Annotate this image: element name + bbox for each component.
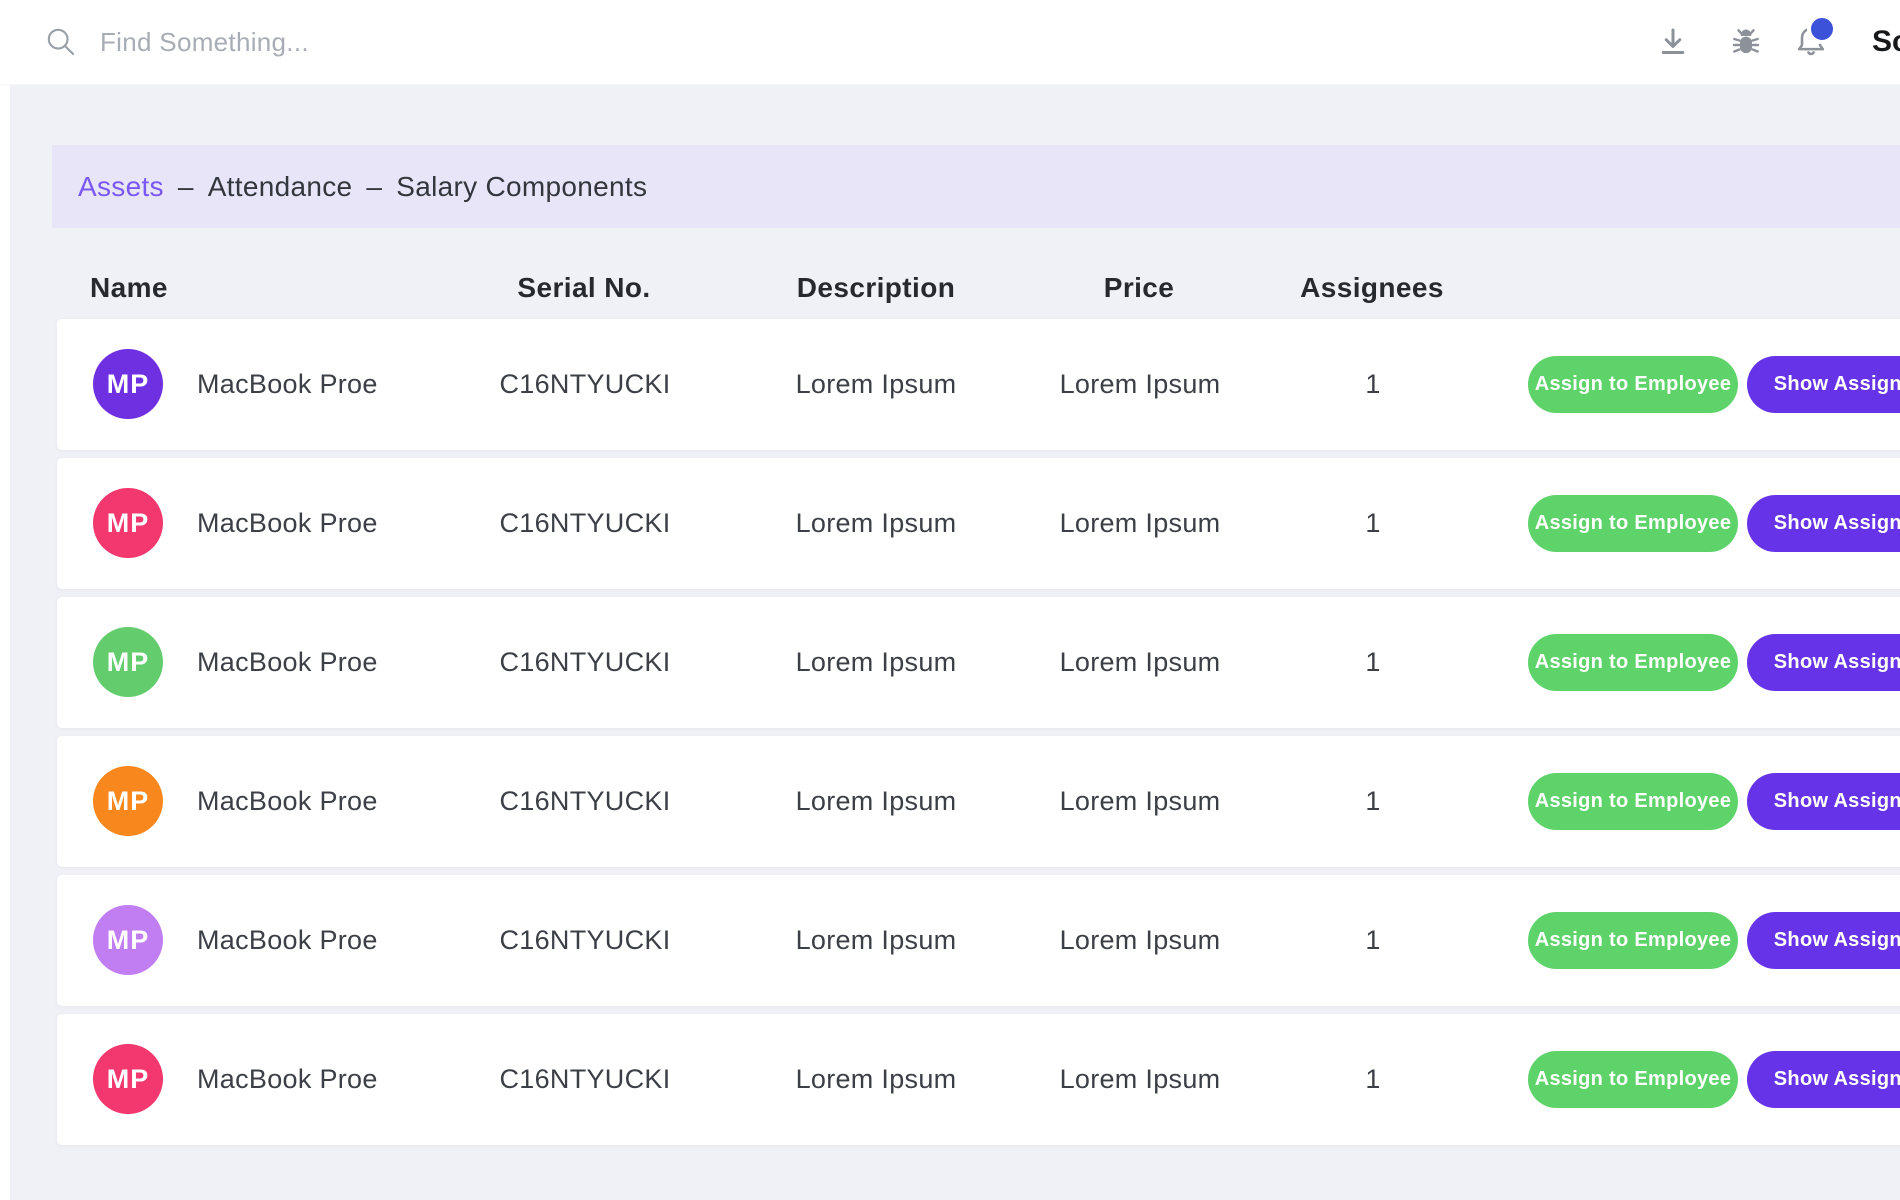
assign-to-employee-button[interactable]: Assign to Employee	[1528, 773, 1738, 830]
assign-to-employee-button[interactable]: Assign to Employee	[1528, 1051, 1738, 1108]
search-box[interactable]	[44, 0, 622, 84]
assign-to-employee-button[interactable]: Assign to Employee	[1528, 634, 1738, 691]
column-header-serial: Serial No.	[517, 258, 650, 318]
show-assignees-button[interactable]: Show Assignees	[1747, 356, 1900, 413]
table-row: MP MacBook Proe C16NTYUCKI Lorem Ipsum L…	[57, 1014, 1900, 1145]
column-header-assignees: Assignees	[1300, 258, 1444, 318]
assignees-count: 1	[1365, 319, 1380, 450]
serial-number: C16NTYUCKI	[499, 319, 670, 450]
notification-dot	[1807, 14, 1837, 44]
avatar: MP	[93, 349, 163, 419]
assign-to-employee-button[interactable]: Assign to Employee	[1528, 912, 1738, 969]
description: Lorem Ipsum	[796, 458, 957, 589]
show-assignees-button[interactable]: Show Assignees	[1747, 634, 1900, 691]
assign-to-employee-button[interactable]: Assign to Employee	[1528, 356, 1738, 413]
serial-number: C16NTYUCKI	[499, 458, 670, 589]
avatar: MP	[93, 627, 163, 697]
search-input[interactable]	[98, 26, 622, 59]
column-header-price: Price	[1104, 258, 1175, 318]
asset-name: MacBook Proe	[197, 458, 378, 589]
table-row: MP MacBook Proe C16NTYUCKI Lorem Ipsum L…	[57, 458, 1900, 589]
avatar: MP	[93, 488, 163, 558]
breadcrumb-item-salary-components: Salary Components	[396, 171, 647, 203]
avatar: MP	[93, 766, 163, 836]
show-assignees-button[interactable]: Show Assignees	[1747, 912, 1900, 969]
description: Lorem Ipsum	[796, 1014, 957, 1145]
avatar: MP	[93, 1044, 163, 1114]
column-header-description: Description	[797, 258, 955, 318]
download-icon[interactable]	[1655, 0, 1691, 84]
bug-icon[interactable]	[1728, 0, 1764, 84]
description: Lorem Ipsum	[796, 597, 957, 728]
profile-name[interactable]: Sc	[1872, 0, 1900, 84]
show-assignees-button[interactable]: Show Assignees	[1747, 773, 1900, 830]
breadcrumb-link-assets[interactable]: Assets	[78, 171, 164, 203]
table-body: MP MacBook Proe C16NTYUCKI Lorem Ipsum L…	[57, 319, 1900, 1145]
assignees-count: 1	[1365, 875, 1380, 1006]
breadcrumb: Assets – Attendance – Salary Components	[52, 145, 1900, 228]
asset-name: MacBook Proe	[197, 597, 378, 728]
price: Lorem Ipsum	[1060, 458, 1221, 589]
app-window: Sc Assets – Attendance – Salary Componen…	[0, 0, 1900, 1200]
avatar: MP	[93, 905, 163, 975]
price: Lorem Ipsum	[1060, 597, 1221, 728]
show-assignees-button[interactable]: Show Assignees	[1747, 495, 1900, 552]
assign-to-employee-button[interactable]: Assign to Employee	[1528, 495, 1738, 552]
assignees-count: 1	[1365, 458, 1380, 589]
assignees-count: 1	[1365, 736, 1380, 867]
breadcrumb-item-attendance: Attendance	[208, 171, 353, 203]
table-row: MP MacBook Proe C16NTYUCKI Lorem Ipsum L…	[57, 597, 1900, 728]
serial-number: C16NTYUCKI	[499, 1014, 670, 1145]
bell-icon[interactable]	[1793, 0, 1829, 84]
serial-number: C16NTYUCKI	[499, 875, 670, 1006]
description: Lorem Ipsum	[796, 319, 957, 450]
description: Lorem Ipsum	[796, 736, 957, 867]
price: Lorem Ipsum	[1060, 875, 1221, 1006]
breadcrumb-separator: –	[366, 171, 382, 203]
asset-name: MacBook Proe	[197, 736, 378, 867]
column-header-name: Name	[90, 258, 168, 318]
table-header: Name Serial No. Description Price Assign…	[0, 258, 1900, 318]
show-assignees-button[interactable]: Show Assignees	[1747, 1051, 1900, 1108]
table-row: MP MacBook Proe C16NTYUCKI Lorem Ipsum L…	[57, 875, 1900, 1006]
price: Lorem Ipsum	[1060, 1014, 1221, 1145]
serial-number: C16NTYUCKI	[499, 597, 670, 728]
asset-name: MacBook Proe	[197, 319, 378, 450]
assignees-count: 1	[1365, 1014, 1380, 1145]
topbar: Sc	[0, 0, 1900, 85]
breadcrumb-separator: –	[178, 171, 194, 203]
asset-name: MacBook Proe	[197, 1014, 378, 1145]
assignees-count: 1	[1365, 597, 1380, 728]
table-row: MP MacBook Proe C16NTYUCKI Lorem Ipsum L…	[57, 319, 1900, 450]
table-row: MP MacBook Proe C16NTYUCKI Lorem Ipsum L…	[57, 736, 1900, 867]
description: Lorem Ipsum	[796, 875, 957, 1006]
price: Lorem Ipsum	[1060, 319, 1221, 450]
asset-name: MacBook Proe	[197, 875, 378, 1006]
price: Lorem Ipsum	[1060, 736, 1221, 867]
search-icon	[44, 25, 78, 59]
serial-number: C16NTYUCKI	[499, 736, 670, 867]
